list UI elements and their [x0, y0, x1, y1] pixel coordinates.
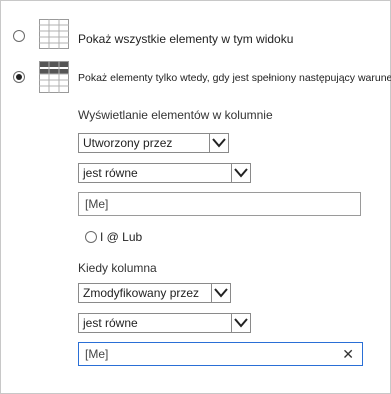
- condition1-value-text: [Me]: [85, 197, 109, 211]
- filtered-table-icon: [39, 61, 69, 98]
- condition1-operator-select[interactable]: jest równe: [78, 163, 251, 183]
- chevron-down-icon[interactable]: [231, 164, 250, 182]
- condition2-column-value: Zmodyfikowany przez: [83, 286, 200, 300]
- chevron-down-icon[interactable]: [211, 284, 230, 302]
- chevron-down-icon[interactable]: [209, 134, 228, 152]
- condition2-operator-select[interactable]: jest równe: [78, 313, 251, 333]
- close-icon[interactable]: ✕: [342, 346, 354, 362]
- condition2-operator-value: jest równe: [83, 316, 138, 330]
- radio-selected-dot: [16, 74, 22, 80]
- radio-and-or[interactable]: [85, 231, 97, 243]
- option-show-filtered-label: Pokaż elementy tylko wtedy, gdy jest spe…: [78, 72, 391, 84]
- condition2-column-select[interactable]: Zmodyfikowany przez: [78, 283, 231, 303]
- condition1-value-input[interactable]: [Me]: [78, 192, 361, 216]
- radio-show-filtered[interactable]: [13, 71, 25, 83]
- condition2-value-text: [Me]: [85, 347, 109, 361]
- filter-panel: Pokaż wszystkie elementy w tym widoku Po…: [0, 0, 391, 394]
- option-show-all-label: Pokaż wszystkie elementy w tym widoku: [78, 32, 294, 46]
- condition1-column-select[interactable]: Utworzony przez: [78, 133, 229, 153]
- condition2-value-input[interactable]: [Me] ✕: [78, 342, 363, 366]
- condition1-operator-value: jest równe: [83, 166, 138, 180]
- connector-label: I @ Lub: [100, 230, 143, 244]
- condition1-column-value: Utworzony przez: [83, 136, 173, 150]
- chevron-down-icon[interactable]: [231, 314, 250, 332]
- radio-show-all[interactable]: [13, 30, 25, 42]
- table-icon: [39, 19, 69, 54]
- condition1-heading: Wyświetlanie elementów w kolumnie: [78, 108, 273, 122]
- condition2-heading: Kiedy kolumna: [78, 261, 157, 275]
